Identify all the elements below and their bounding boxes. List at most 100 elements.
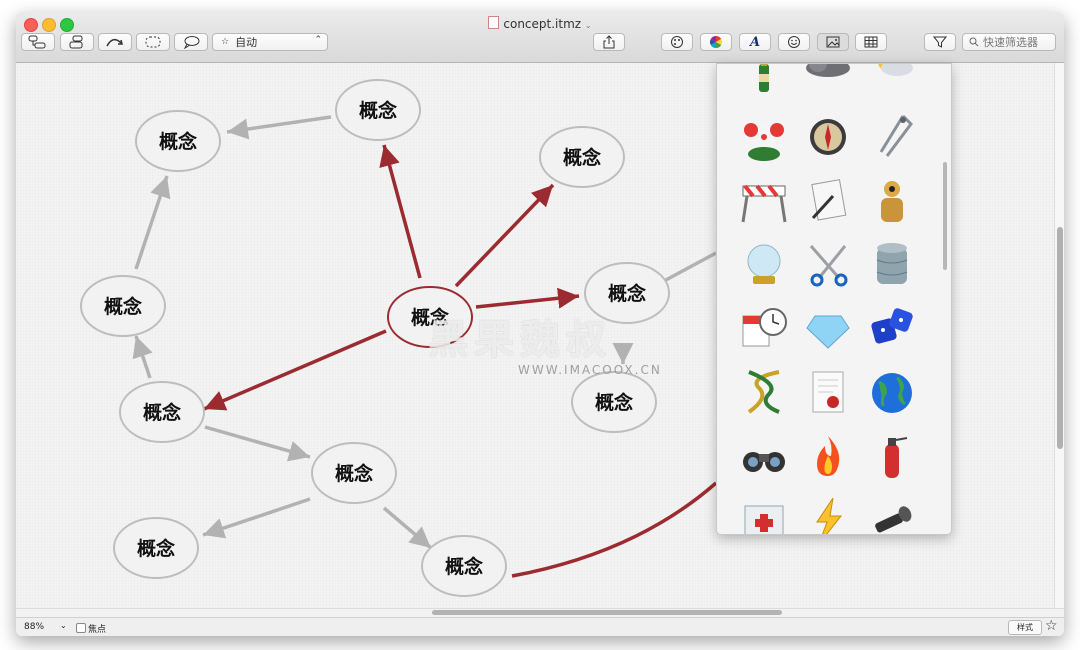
binoculars-icon[interactable] [739,432,789,482]
filter-button[interactable] [924,33,956,51]
vertical-scroll-thumb[interactable] [1057,227,1063,449]
add-relationship-button[interactable] [98,33,132,51]
horizontal-scrollbar[interactable] [16,608,1064,617]
diamond-icon[interactable] [803,304,853,354]
fire-icon[interactable] [803,432,853,482]
relationship-arrow[interactable] [454,183,555,288]
globe-icon[interactable] [867,368,917,418]
link-arrow[interactable] [134,175,171,270]
watermark: 黑果魏叔 WWW.IMACOOX.CN [428,307,662,377]
link-arrow[interactable] [204,425,311,462]
app-window: concept.itmz ⌄ ☆ 自动 ⌃ A 快速筛选器 概念 概念 概念 概… [16,12,1064,636]
concept-label: 概念 [595,391,633,414]
champagne-icon[interactable] [739,64,789,100]
emoji-button[interactable] [778,33,810,51]
link-arrow[interactable] [226,115,332,140]
certificate-icon[interactable] [803,368,853,418]
relationship-arrow[interactable] [203,329,387,411]
concept-node[interactable]: 概念 [421,535,507,597]
link-arrow[interactable] [202,497,311,539]
share-icon [603,35,615,49]
window-title: concept.itmz ⌄ [16,16,1064,31]
concept-label: 概念 [159,130,197,153]
compass-icon[interactable] [803,112,853,162]
concept-node[interactable]: 概念 [571,371,657,433]
drawing-compass-icon[interactable] [867,112,917,162]
concept-label: 概念 [137,537,175,560]
search-placeholder: 快速筛选器 [983,36,1038,49]
crash-dummy-icon[interactable] [867,176,917,226]
relationship-curve[interactable] [511,481,718,578]
boundary-icon [145,36,161,48]
focus-checkbox[interactable] [76,623,86,633]
link-arrow[interactable] [382,506,433,550]
watermark-main: 黑果魏叔 [428,317,612,363]
concept-label: 概念 [445,555,483,578]
image-icon [826,36,840,48]
concept-node[interactable]: 概念 [311,442,397,504]
concept-label: 概念 [359,99,397,122]
filter-icon [933,36,947,48]
add-topic-button[interactable] [21,33,55,51]
images-button[interactable] [817,33,849,51]
horizontal-scroll-thumb[interactable] [432,610,782,615]
concept-node[interactable]: 概念 [539,126,625,188]
palette-icon [671,36,683,48]
link-line[interactable] [663,251,717,283]
fonts-button[interactable]: A [739,33,771,51]
flashlight-icon[interactable] [867,496,917,534]
link-arrow[interactable] [132,335,153,379]
search-icon [969,37,979,47]
watermark-sub: WWW.IMACOOX.CN [518,363,662,377]
add-callout-button[interactable] [174,33,208,51]
dice-icon[interactable] [867,304,917,354]
smiley-icon [788,36,800,48]
star-icon[interactable]: ☆ [1045,618,1058,634]
vertical-scrollbar[interactable] [1054,63,1064,608]
table-icon [864,36,878,48]
titlebar: concept.itmz ⌄ ☆ 自动 ⌃ A 快速筛选器 [16,12,1064,63]
zoom-dropdown-icon[interactable]: ⌄ [60,621,67,630]
sun-cloud-icon[interactable] [867,64,917,100]
colors-button[interactable] [700,33,732,51]
concept-node[interactable]: 概念 [119,381,205,443]
scissors-icon[interactable] [803,240,853,290]
relationship-arrow[interactable] [475,287,580,309]
share-button[interactable] [593,33,625,51]
style-button[interactable]: 样式 [1008,620,1042,635]
table-button[interactable] [855,33,887,51]
font-a-icon: A [749,34,761,50]
subtopic-icon [69,35,83,49]
status-bar: 88% ⌄ 焦点 样式 ☆ [16,617,1064,636]
theme-button[interactable] [661,33,693,51]
quick-filter-search[interactable]: 快速筛选器 [962,33,1056,51]
concept-label: 概念 [608,282,646,305]
add-boundary-button[interactable] [136,33,170,51]
popover-scroll-thumb[interactable] [943,162,947,270]
calendar-clock-icon[interactable] [739,304,789,354]
first-aid-icon[interactable] [739,496,789,534]
zoom-level[interactable]: 88% [24,622,44,632]
fire-extinguisher-icon[interactable] [867,432,917,482]
concept-node[interactable]: 概念 [335,79,421,141]
database-icon[interactable] [867,240,917,290]
dna-icon[interactable] [739,368,789,418]
barricade-icon[interactable] [739,176,789,226]
focus-label: 焦点 [88,625,107,635]
lightning-icon[interactable] [803,496,853,534]
title-chevron-icon[interactable]: ⌄ [585,21,592,30]
document-pen-icon[interactable] [803,176,853,226]
add-subtopic-button[interactable] [60,33,94,51]
layout-select-value: 自动 [235,36,258,49]
concept-node[interactable]: 概念 [80,275,166,337]
concept-label: 概念 [104,295,142,318]
clown-icon[interactable] [739,112,789,162]
crystal-ball-icon[interactable] [739,240,789,290]
cloud-icon[interactable] [803,64,853,100]
relationship-arrow[interactable] [379,144,422,279]
concept-node[interactable]: 概念 [113,517,199,579]
color-wheel-icon [709,36,723,48]
concept-label: 概念 [143,401,181,424]
layout-select[interactable]: ☆ 自动 ⌃ [212,33,328,51]
concept-node[interactable]: 概念 [135,110,221,172]
